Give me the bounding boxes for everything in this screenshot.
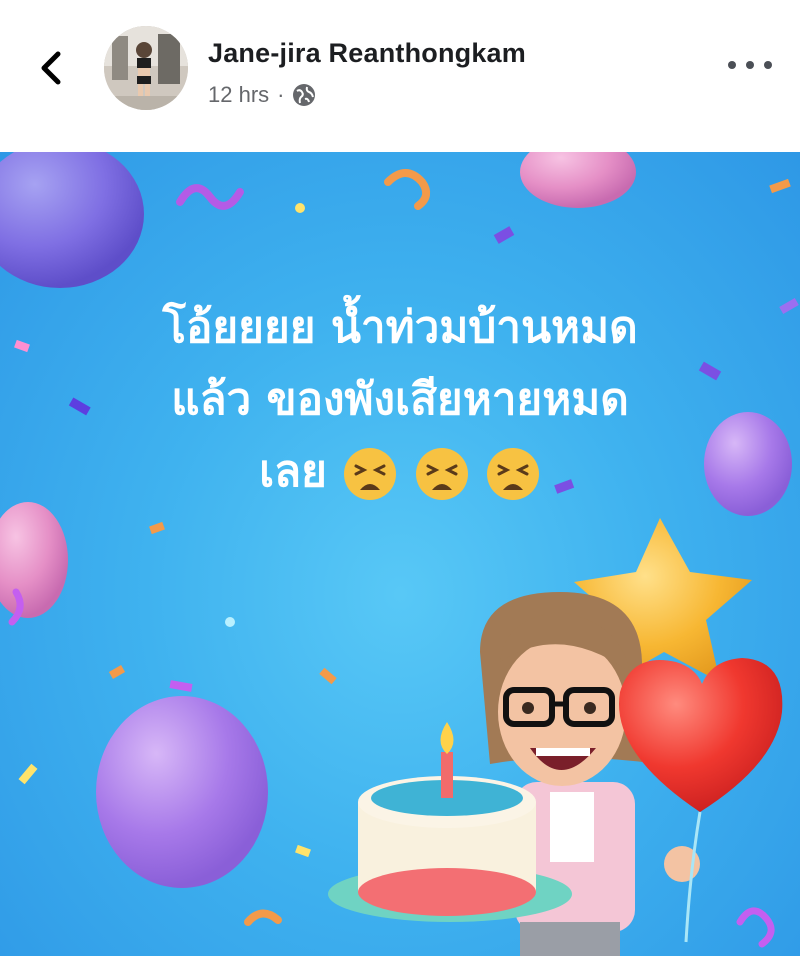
globe-icon[interactable]	[292, 83, 316, 107]
post-message-line: เลย	[259, 446, 327, 497]
post-message-line: แล้ว ของพังเสียหายหมด	[171, 374, 629, 425]
post-timestamp[interactable]: 12 hrs	[208, 82, 269, 108]
avatar[interactable]	[104, 26, 188, 110]
meta-separator: ·	[277, 82, 285, 107]
more-options-button[interactable]	[728, 50, 772, 80]
author-name[interactable]: Jane-jira Reanthongkam	[208, 38, 526, 69]
tired-face-emoji	[486, 448, 539, 500]
post-message-line: โอ้ยยยย น้ำท่วมบ้านหมด	[162, 302, 638, 353]
tired-face-emoji	[415, 448, 468, 500]
tired-face-emoji	[344, 448, 397, 500]
more-options-icon-dot	[764, 61, 772, 69]
post-header: Jane-jira Reanthongkam 12 hrs ·	[0, 0, 800, 152]
chevron-left-icon	[41, 51, 61, 85]
post-message: โอ้ยยยย น้ำท่วมบ้านหมด แล้ว ของพังเสียหา…	[40, 292, 760, 508]
post-meta: 12 hrs ·	[208, 82, 316, 108]
post-content-background[interactable]: โอ้ยยยย น้ำท่วมบ้านหมด แล้ว ของพังเสียหา…	[0, 152, 800, 956]
avatar-photo	[104, 26, 188, 110]
post-message-line-last: เลย	[40, 436, 760, 508]
birthday-background-illustration	[0, 152, 799, 956]
more-options-icon	[728, 61, 736, 69]
more-options-icon-dot	[746, 61, 754, 69]
back-button[interactable]	[34, 48, 70, 88]
heart-balloon	[619, 658, 783, 943]
